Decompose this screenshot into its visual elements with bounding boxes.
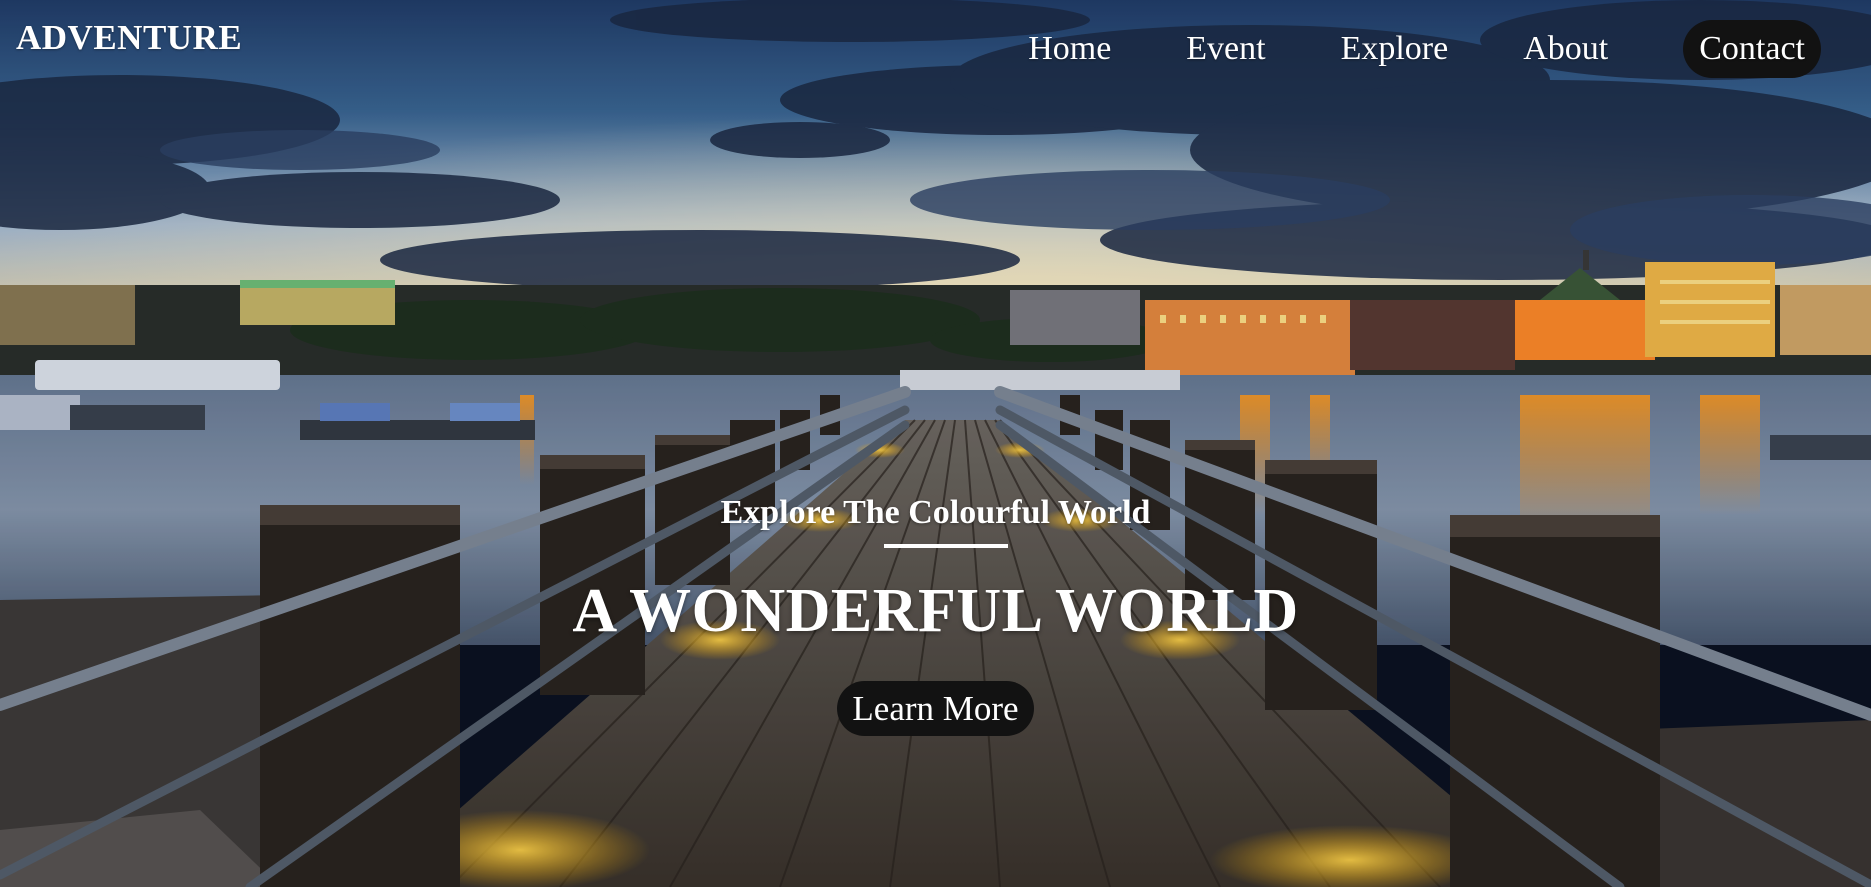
- hero-subtitle: Explore The Colourful World: [720, 494, 1151, 531]
- hero-divider: [884, 544, 1008, 548]
- learn-more-button[interactable]: Learn More: [837, 681, 1034, 736]
- hero-title: A WONDERFUL WORLD: [572, 577, 1299, 645]
- hero-section: ADVENTURE Home Event Explore About Conta…: [0, 0, 1871, 887]
- hero-content: Explore The Colourful World A WONDERFUL …: [0, 0, 1871, 887]
- cta-container: Learn More: [0, 681, 1871, 736]
